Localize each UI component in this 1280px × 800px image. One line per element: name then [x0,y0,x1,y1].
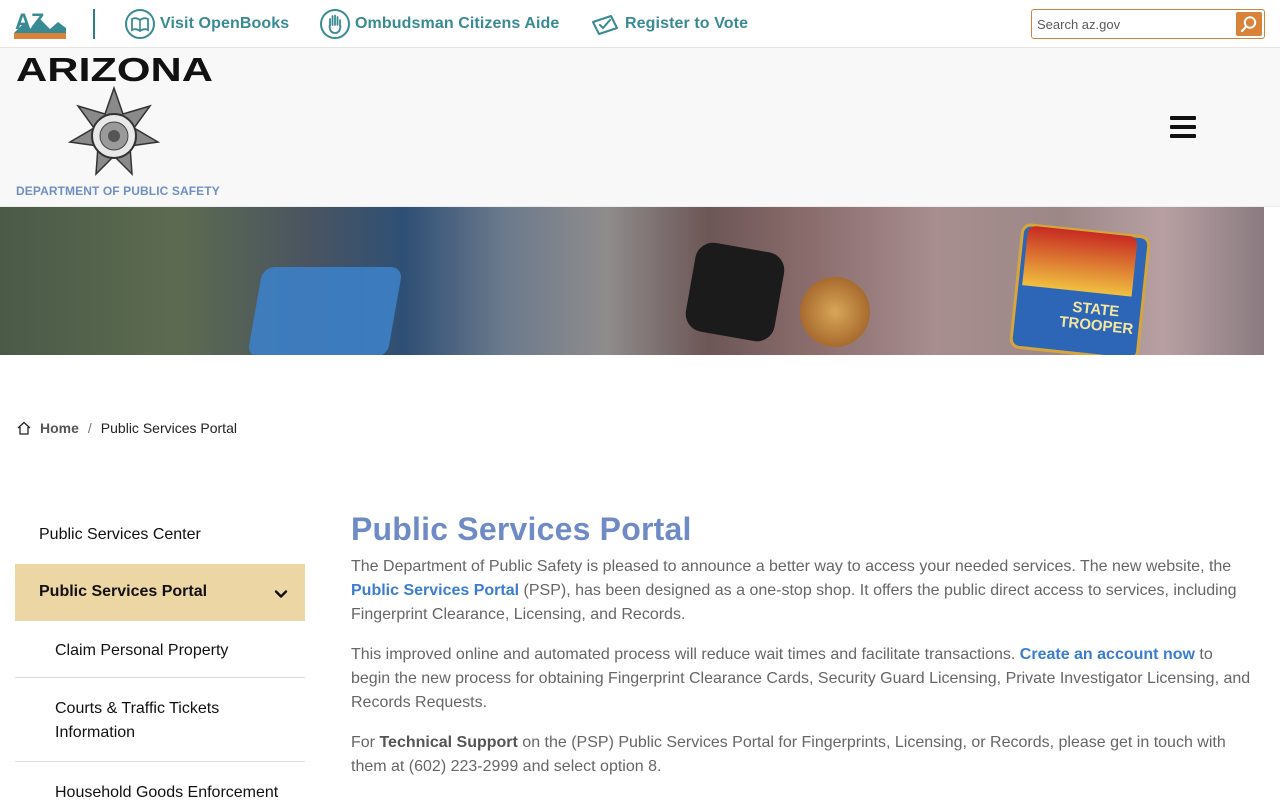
hero-banner-image: STATE TROOPER [0,207,1264,355]
hero-decor-radio [682,239,788,345]
search-box [1031,9,1265,39]
create-account-link[interactable]: Create an account now [1020,646,1195,663]
site-header: ARIZONA DEPARTMENT OF PUBLIC SAFETY [0,48,1280,207]
sidebar-item-courts-traffic-tickets[interactable]: Courts & Traffic Tickets Information [15,678,305,762]
account-text-before: This improved online and automated proce… [351,646,1020,663]
svg-text:ARIZONA: ARIZONA [16,54,213,84]
topbar-divider [93,9,95,39]
ombudsman-label: Ombudsman Citizens Aide [355,15,560,32]
home-icon[interactable] [16,420,32,436]
support-text-before: For [351,734,380,751]
search-button[interactable] [1236,12,1262,36]
ombudsman-link[interactable]: Ombudsman Citizens Aide [319,8,559,40]
breadcrumb: Home / Public Services Portal [16,418,237,438]
hero-decor-pocket [247,267,403,355]
sidebar-item-public-services-portal[interactable]: Public Services Portal [15,564,305,621]
top-utility-bar: AZ Visit OpenBooks Ombudsman Citizens Ai… [0,0,1280,48]
department-name: DEPARTMENT OF PUBLIC SAFETY [16,184,220,198]
account-paragraph: This improved online and automated proce… [351,643,1256,715]
breadcrumb-current: Public Services Portal [100,420,237,436]
breadcrumb-separator: / [87,420,92,436]
sidebar-item-claim-personal-property[interactable]: Claim Personal Property [15,621,305,678]
hand-icon [320,9,350,39]
public-services-portal-link[interactable]: Public Services Portal [351,582,519,599]
chevron-down-icon[interactable] [273,586,289,602]
register-vote-link[interactable]: Register to Vote [589,8,748,40]
sidebar-item-label: Public Services Portal [39,583,208,600]
technical-support-label: Technical Support [379,734,518,751]
az-gov-logo-icon[interactable]: AZ [14,9,66,39]
hamburger-menu-icon[interactable] [1170,116,1198,140]
page-title: Public Services Portal [351,511,692,547]
search-icon [1240,16,1257,33]
main-content: Public Services Portal The Department of… [351,508,1256,795]
sidebar-nav: Public Services Center Public Services P… [15,508,305,800]
support-paragraph: For Technical Support on the (PSP) Publi… [351,731,1256,779]
open-book-icon [125,9,155,39]
breadcrumb-home-link[interactable]: Home [40,420,79,436]
az-logo-text: AZ [15,9,44,34]
openbooks-label: Visit OpenBooks [160,15,290,32]
sidebar-item-public-services-center[interactable]: Public Services Center [15,508,305,564]
openbooks-link[interactable]: Visit OpenBooks [124,8,289,40]
intro-paragraph: The Department of Public Safety is pleas… [351,555,1256,627]
arizona-wordmark[interactable]: ARIZONA [16,54,214,84]
ballot-icon [592,15,618,35]
hero-decor-patch-flag [1022,225,1138,297]
intro-text-before: The Department of Public Safety is pleas… [351,558,1232,575]
dps-star-badge-icon[interactable] [66,86,162,182]
hero-decor-badge [800,277,870,347]
register-vote-label: Register to Vote [625,15,749,32]
search-input[interactable] [1037,13,1232,35]
sidebar-item-household-goods-enforcement[interactable]: Household Goods Enforcement [15,762,305,800]
